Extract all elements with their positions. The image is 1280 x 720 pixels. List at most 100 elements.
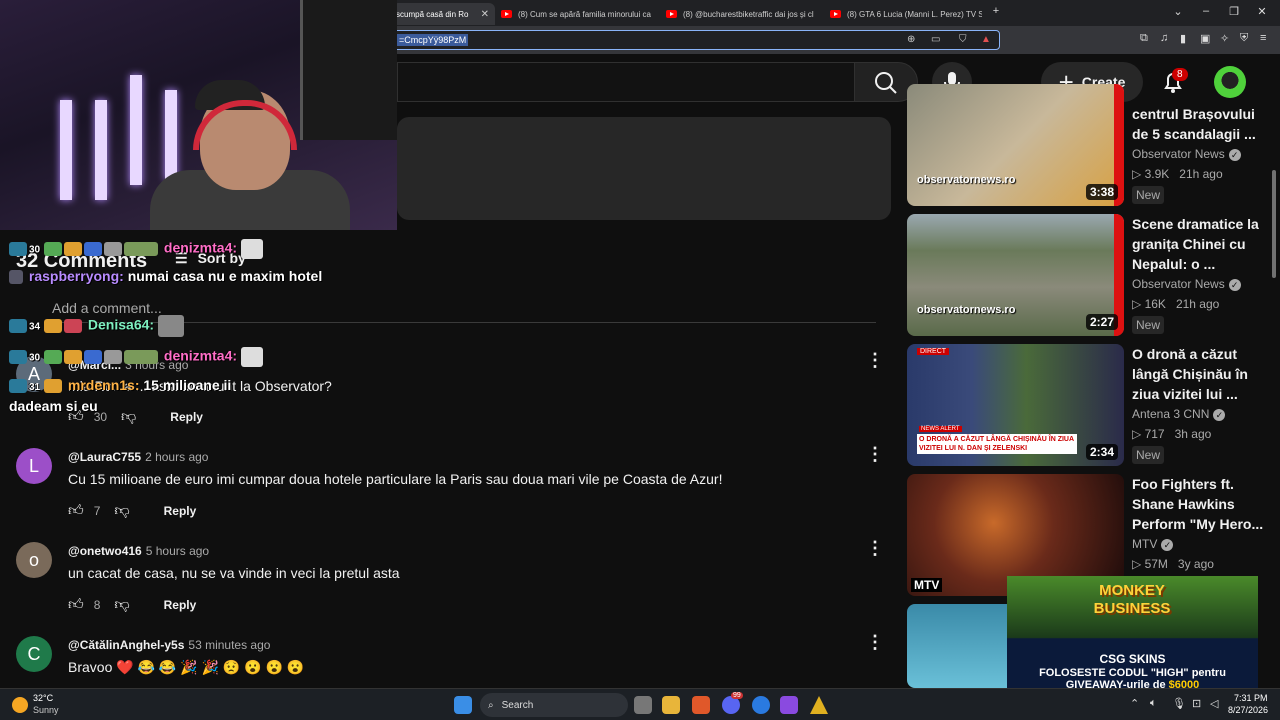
omnibox[interactable]: =CmcpYÿ98PzM ⊕ ▭ ⛉ ▲ bbox=[388, 30, 1000, 50]
commenter-avatar[interactable]: o bbox=[16, 542, 52, 578]
cast-icon[interactable]: ▭ bbox=[931, 34, 940, 45]
brave-browser-icon[interactable] bbox=[692, 696, 710, 714]
comment-author[interactable]: @LauraC755 bbox=[68, 450, 141, 464]
comment-author[interactable]: @CătălinAnghel-y5s bbox=[68, 638, 184, 652]
tab-3[interactable]: (8) @bucharestbiketraffic dai jos și cl bbox=[662, 3, 822, 25]
video-thumbnail[interactable]: DIRECT NEWS ALERT O DRONĂ A CĂZUT LÂNGĂ … bbox=[907, 344, 1124, 466]
tab-4[interactable]: (8) GTA 6 Lucia (Manni L. Perez) TV S bbox=[826, 3, 982, 25]
commenter-avatar[interactable]: L bbox=[16, 448, 52, 484]
video-thumbnail[interactable]: observatornews.ro 2:27 bbox=[907, 214, 1124, 336]
chat-message: 30 denizmta4: bbox=[9, 347, 265, 367]
weather-desc[interactable]: Sunny bbox=[33, 705, 59, 715]
channel-name: Antena 3 CNN bbox=[1132, 407, 1210, 421]
comment-author[interactable]: @onetwo416 bbox=[68, 544, 142, 558]
description-box[interactable] bbox=[397, 117, 891, 220]
video-channel[interactable]: Observator News ✓ bbox=[1132, 147, 1241, 161]
music-icon[interactable]: ♫ bbox=[1160, 32, 1168, 44]
video-channel[interactable]: Observator News ✓ bbox=[1132, 277, 1241, 291]
verified-icon: ✓ bbox=[1161, 539, 1174, 551]
volume-icon[interactable]: ◁ bbox=[1210, 697, 1218, 710]
search-icon: ⌕ bbox=[488, 699, 494, 711]
like-count: 7 bbox=[93, 504, 101, 518]
clock-time[interactable]: 7:31 PM bbox=[1234, 693, 1268, 703]
sidebar-icon[interactable]: ▮ bbox=[1180, 32, 1186, 45]
commenter-avatar[interactable]: C bbox=[16, 636, 52, 672]
weather-temp[interactable]: 32°C bbox=[33, 693, 53, 703]
youtube-icon bbox=[666, 10, 677, 18]
chat-username: mrdenn1s: bbox=[67, 377, 140, 393]
rewards-icon[interactable]: ▲ bbox=[981, 34, 991, 45]
scrollbar-thumb[interactable] bbox=[1272, 170, 1276, 278]
mic-icon[interactable]: 🎙︎ bbox=[1172, 697, 1186, 710]
wallet-icon[interactable]: ▣ bbox=[1200, 32, 1210, 45]
search-input[interactable] bbox=[397, 62, 854, 102]
badge-number: 31 bbox=[29, 382, 41, 393]
youtube-icon bbox=[501, 10, 512, 18]
upload-age: 21h ago bbox=[1179, 167, 1223, 181]
view-count: 717 bbox=[1144, 427, 1165, 441]
menu-icon[interactable]: ≡ bbox=[1260, 32, 1266, 44]
like-icon[interactable]: 👍︎ bbox=[68, 502, 84, 520]
network-icon[interactable]: ⊡ bbox=[1192, 697, 1201, 710]
account-avatar[interactable] bbox=[1214, 66, 1246, 98]
thumbnail-watermark: observatornews.ro bbox=[917, 174, 1016, 186]
tab-2[interactable]: (8) Cum se apără familia minorului ca bbox=[497, 3, 657, 25]
dislike-icon[interactable]: 👎︎ bbox=[114, 502, 129, 520]
comment-more-icon[interactable]: ⋮ bbox=[866, 632, 884, 653]
comment-more-icon[interactable]: ⋮ bbox=[866, 350, 884, 371]
video-title[interactable]: centrul Brașovului de 5 scandalagii ... bbox=[1132, 104, 1272, 144]
minimize-icon[interactable]: – bbox=[1196, 5, 1216, 17]
video-meta: ▷ 16K 21h ago bbox=[1132, 297, 1220, 311]
url-text[interactable]: =CmcpYÿ98PzM bbox=[397, 34, 469, 46]
video-title[interactable]: Foo Fighters ft. Shane Hawkins Perform "… bbox=[1132, 474, 1272, 534]
brave-shield-icon[interactable]: ⛉ bbox=[959, 34, 967, 45]
close-window-icon[interactable]: ✕ bbox=[1252, 5, 1272, 18]
reply-button[interactable]: Reply bbox=[164, 504, 197, 518]
view-count: 3.9K bbox=[1144, 167, 1170, 181]
comment-time[interactable]: 2 hours ago bbox=[145, 450, 208, 464]
neon-light bbox=[165, 90, 177, 180]
new-tab-icon[interactable]: + bbox=[986, 5, 1006, 17]
reply-button[interactable]: Reply bbox=[164, 598, 197, 612]
file-explorer-icon[interactable] bbox=[662, 696, 680, 714]
video-title[interactable]: O dronă a căzut lângă Chișinău în ziua v… bbox=[1132, 344, 1272, 404]
video-title[interactable]: Scene dramatice la granița Chinei cu Nep… bbox=[1132, 214, 1272, 274]
warning-icon[interactable] bbox=[810, 696, 828, 714]
like-icon[interactable]: 👍︎ bbox=[68, 596, 84, 614]
leo-icon[interactable]: ✧ bbox=[1220, 32, 1229, 45]
video-thumbnail[interactable]: observatornews.ro 3:38 bbox=[907, 84, 1124, 206]
tab-list-icon[interactable]: ⌄ bbox=[1168, 5, 1188, 18]
video-channel[interactable]: Antena 3 CNN ✓ bbox=[1132, 407, 1226, 421]
tab-active[interactable]: scumpă casă din Ro ✕ bbox=[392, 3, 495, 25]
comment-more-icon[interactable]: ⋮ bbox=[866, 538, 884, 559]
app-icon[interactable] bbox=[780, 696, 798, 714]
task-view-icon[interactable] bbox=[634, 696, 652, 714]
comment-time[interactable]: 53 minutes ago bbox=[188, 638, 270, 652]
clock-date[interactable]: 8/27/2026 bbox=[1228, 705, 1268, 715]
comment-actions: 👍︎ 7 👎︎ Reply bbox=[68, 502, 196, 520]
maximize-icon[interactable]: ❐ bbox=[1224, 5, 1244, 18]
speaker-icon[interactable]: 🔈︎ bbox=[1150, 697, 1157, 710]
add-comment-input[interactable]: Add a comment... bbox=[52, 300, 162, 316]
new-badge: New bbox=[1132, 316, 1165, 334]
weather-sun-icon[interactable] bbox=[12, 697, 28, 713]
video-meta: ▷ 3.9K 21h ago bbox=[1132, 167, 1223, 181]
zoom-icon[interactable]: ⊕ bbox=[907, 34, 915, 45]
sub-badge bbox=[9, 319, 27, 333]
messenger-icon[interactable] bbox=[752, 696, 770, 714]
comment-time[interactable]: 5 hours ago bbox=[146, 544, 209, 558]
tray-chevron-icon[interactable]: ⌃ bbox=[1130, 697, 1139, 710]
start-icon[interactable] bbox=[454, 696, 472, 714]
sub-badge bbox=[9, 350, 27, 364]
video-channel[interactable]: MTV ✓ bbox=[1132, 537, 1174, 551]
vpn-icon[interactable]: ⛨ bbox=[1240, 32, 1248, 45]
emote-badge bbox=[64, 319, 83, 333]
extensions-icon[interactable]: ⧉ bbox=[1140, 32, 1148, 45]
windows-taskbar: 32°C Sunny ⌕ Search 99 ⌃ 🔈︎ 🎙︎ ⊡ ◁ 7:31 P… bbox=[0, 688, 1280, 720]
taskbar-search[interactable]: ⌕ Search bbox=[480, 693, 628, 717]
close-tab-icon[interactable]: ✕ bbox=[481, 9, 489, 20]
dislike-icon[interactable]: 👎︎ bbox=[114, 596, 129, 614]
emote-badge bbox=[104, 242, 123, 256]
comment-more-icon[interactable]: ⋮ bbox=[866, 444, 884, 465]
live-tag: DIRECT bbox=[917, 348, 950, 355]
